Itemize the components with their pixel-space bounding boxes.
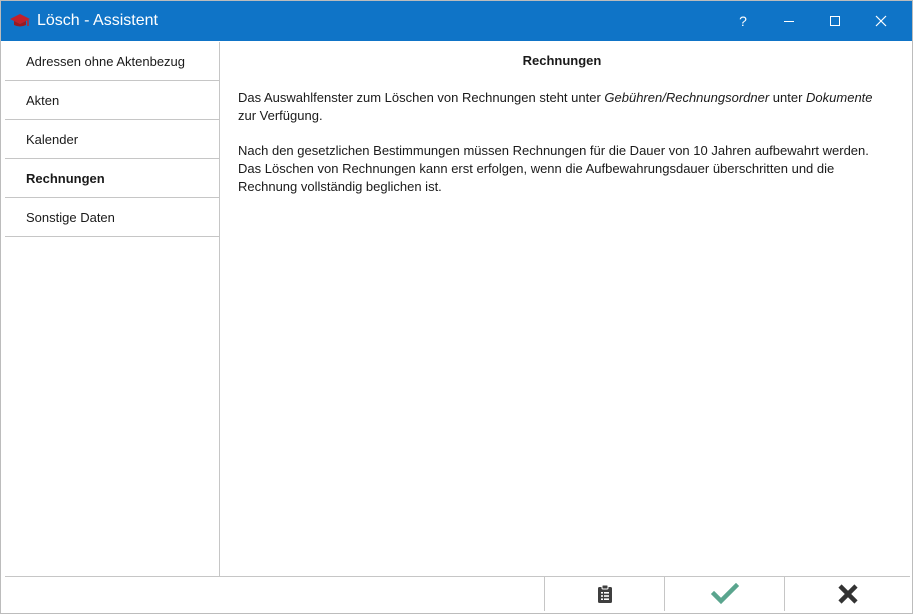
- info-paragraph-1: Das Auswahlfenster zum Löschen von Rechn…: [238, 89, 888, 125]
- content-title: Rechnungen: [522, 53, 602, 68]
- sidebar-item-label: Akten: [26, 92, 60, 108]
- minimize-icon: [784, 21, 794, 22]
- minimize-button[interactable]: [766, 1, 812, 41]
- para1-emphasis-1: Gebühren/Rechnungsordner: [604, 90, 770, 105]
- sidebar-item-label: Kalender: [26, 131, 79, 147]
- window-title: Lösch - Assistent: [37, 12, 158, 29]
- close-button[interactable]: [858, 1, 904, 41]
- clipboard-icon: [597, 584, 612, 603]
- checkmark-icon: [710, 583, 739, 605]
- help-button[interactable]: ?: [720, 1, 766, 41]
- cancel-button[interactable]: [784, 577, 910, 611]
- para1-text-3: zur Verfügung.: [238, 108, 323, 123]
- info-paragraph-2: Nach den gesetzlichen Bestimmungen müsse…: [238, 143, 869, 194]
- sidebar-item-adressen[interactable]: Adressen ohne Aktenbezug: [5, 42, 219, 81]
- sidebar-nav: Adressen ohne Aktenbezug Akten Kalender …: [5, 42, 220, 576]
- clipboard-button[interactable]: [544, 577, 664, 611]
- sidebar-item-akten[interactable]: Akten: [5, 81, 219, 120]
- content-panel: Rechnungen Das Auswahlfenster zum Lösche…: [221, 42, 909, 576]
- para1-text-2: unter: [769, 90, 807, 105]
- close-icon: [875, 15, 887, 27]
- para1-text-1: Das Auswahlfenster zum Löschen von Rechn…: [238, 90, 605, 105]
- dialog-window: Lösch - Assistent ? Adressen ohne Aktenb…: [0, 0, 913, 614]
- cross-icon: [837, 584, 858, 604]
- help-label: ?: [739, 13, 747, 29]
- sidebar-item-label: Adressen ohne Aktenbezug: [26, 53, 186, 69]
- sidebar-item-rechnungen[interactable]: Rechnungen: [5, 159, 219, 198]
- maximize-button[interactable]: [812, 1, 858, 41]
- sidebar-item-sonstige-daten[interactable]: Sonstige Daten: [5, 198, 219, 237]
- title-bar[interactable]: Lösch - Assistent ?: [1, 1, 912, 41]
- sidebar-item-kalender[interactable]: Kalender: [5, 120, 219, 159]
- para1-emphasis-2: Dokumente: [806, 90, 873, 105]
- maximize-icon: [830, 16, 840, 26]
- ok-button[interactable]: [664, 577, 784, 611]
- sidebar-item-label: Rechnungen: [26, 170, 105, 186]
- graduation-cap-icon: [9, 13, 31, 29]
- sidebar-item-label: Sonstige Daten: [26, 209, 115, 225]
- button-bar: [5, 576, 910, 611]
